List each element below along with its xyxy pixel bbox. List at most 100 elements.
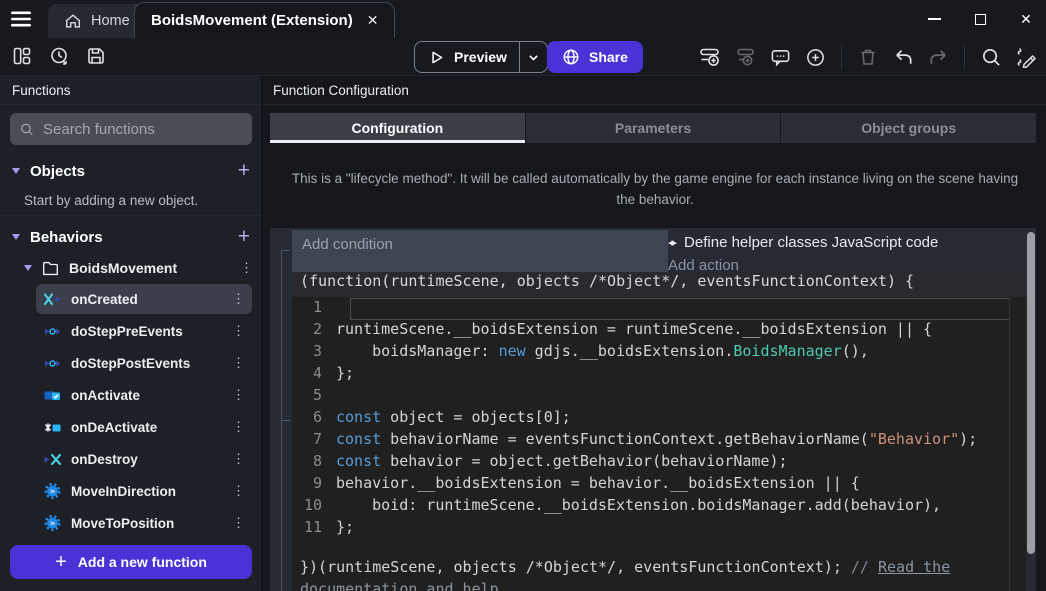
delete-button[interactable] bbox=[856, 45, 880, 69]
helper-classes-action[interactable]: ◂▸ Define helper classes JavaScript code bbox=[668, 230, 1026, 254]
js-code-editor[interactable]: (function(runtimeScene, objects /*Object… bbox=[292, 272, 1026, 591]
toolbar-separator bbox=[964, 45, 965, 69]
kebab-menu-icon[interactable]: ⋮ bbox=[240, 261, 252, 275]
add-behavior-button[interactable]: + bbox=[238, 227, 250, 247]
helper-classes-label: Define helper classes JavaScript code bbox=[684, 234, 938, 251]
sidebar-item-label: onCreated bbox=[71, 292, 222, 307]
kebab-menu-icon[interactable]: ⋮ bbox=[232, 452, 244, 466]
add-subevent-button[interactable] bbox=[733, 45, 757, 69]
kebab-menu-icon[interactable]: ⋮ bbox=[232, 292, 244, 306]
preview-main[interactable]: Preview bbox=[415, 49, 519, 66]
js-code-icon: ◂▸ bbox=[668, 236, 679, 249]
preview-button[interactable]: Preview bbox=[414, 41, 548, 73]
event-gutter-bracket[interactable] bbox=[281, 420, 290, 591]
redo-button[interactable] bbox=[926, 45, 950, 69]
tab-close-icon[interactable]: ✕ bbox=[367, 12, 379, 29]
line-content: const behaviorName = eventsFunctionConte… bbox=[336, 430, 977, 452]
tab-configuration[interactable]: Configuration bbox=[270, 113, 526, 143]
sidebar-title: Functions bbox=[0, 76, 261, 105]
sidebar-item-moveindirection[interactable]: » MoveInDirection ⋮ bbox=[36, 476, 252, 506]
code-line[interactable]: 10 boid: runtimeScene.__boidsExtension.b… bbox=[292, 496, 1026, 518]
undo-button[interactable] bbox=[891, 45, 915, 69]
sidebar-item-dosteppostevents[interactable]: doStepPostEvents ⋮ bbox=[36, 348, 252, 378]
add-event-button[interactable] bbox=[698, 45, 722, 69]
functions-sidebar: Functions Objects + Start by adding a ne… bbox=[0, 76, 262, 591]
close-button[interactable]: ✕ bbox=[1018, 11, 1034, 27]
kebab-menu-icon[interactable]: ⋮ bbox=[232, 324, 244, 338]
search-functions-box[interactable] bbox=[10, 113, 252, 145]
history-clock-icon bbox=[49, 46, 69, 66]
share-button[interactable]: Share bbox=[547, 41, 643, 73]
kebab-menu-icon[interactable]: ⋮ bbox=[232, 484, 244, 498]
save-icon bbox=[86, 46, 106, 66]
behaviors-section-header[interactable]: Behaviors + bbox=[0, 222, 262, 252]
lifecycle-description: This is a "lifecycle method". It will be… bbox=[281, 168, 1029, 210]
tab-extension[interactable]: BoidsMovement (Extension) ✕ bbox=[134, 2, 395, 38]
home-icon bbox=[64, 12, 82, 30]
search-icon bbox=[981, 47, 1002, 68]
open-panels-button[interactable] bbox=[10, 44, 34, 68]
app-window: Home BoidsMovement (Extension) ✕ ✕ bbox=[0, 0, 1046, 591]
behavior-folder-label: BoidsMovement bbox=[69, 260, 230, 276]
sidebar-item-movetoposition[interactable]: » MoveToPosition ⋮ bbox=[36, 508, 252, 538]
sidebar-item-oncreated[interactable]: onCreated ⋮ bbox=[36, 284, 252, 314]
preview-dropdown-button[interactable] bbox=[520, 51, 547, 64]
sidebar-item-label: onActivate bbox=[71, 388, 222, 403]
objects-section-header[interactable]: Objects + bbox=[0, 156, 262, 186]
line-number: 8 bbox=[292, 452, 336, 474]
window-controls: ✕ bbox=[926, 0, 1034, 38]
kebab-menu-icon[interactable]: ⋮ bbox=[232, 356, 244, 370]
sidebar-item-dosteppreevents[interactable]: doStepPreEvents ⋮ bbox=[36, 316, 252, 346]
tab-object-groups[interactable]: Object groups bbox=[781, 113, 1036, 143]
code-line[interactable]: 8const behavior = object.getBehavior(beh… bbox=[292, 452, 1026, 474]
tab-parameters[interactable]: Parameters bbox=[526, 113, 782, 143]
edit-extension-button[interactable] bbox=[1014, 45, 1038, 69]
add-comment-button[interactable] bbox=[768, 45, 792, 69]
add-condition-button[interactable]: Add condition bbox=[292, 230, 668, 272]
search-functions-input[interactable] bbox=[43, 121, 242, 138]
code-header-line: (function(runtimeScene, objects /*Object… bbox=[292, 272, 1026, 297]
code-line[interactable]: 3 boidsManager: new gdjs.__boidsExtensio… bbox=[292, 342, 1026, 364]
line-content: const behavior = object.getBehavior(beha… bbox=[336, 452, 788, 474]
minimize-button[interactable] bbox=[926, 11, 942, 27]
code-line[interactable]: 1 bbox=[292, 298, 1026, 320]
sidebar-item-onactivate[interactable]: onActivate ⋮ bbox=[36, 380, 252, 410]
sidebar-item-ondeactivate[interactable]: onDeActivate ⋮ bbox=[36, 412, 252, 442]
line-content: boidsManager: new gdjs.__boidsExtension.… bbox=[336, 342, 869, 364]
history-button[interactable] bbox=[47, 44, 71, 68]
close-icon: ✕ bbox=[1020, 11, 1032, 28]
vertical-scrollbar[interactable] bbox=[1027, 232, 1035, 554]
kebab-menu-icon[interactable]: ⋮ bbox=[232, 388, 244, 402]
events-sheet: Add condition ◂▸ Define helper classes J… bbox=[270, 228, 1036, 591]
code-line[interactable]: 2runtimeScene.__boidsExtension = runtime… bbox=[292, 320, 1026, 342]
line-content: behavior.__boidsExtension = behavior.__b… bbox=[336, 474, 860, 496]
kebab-menu-icon[interactable]: ⋮ bbox=[232, 516, 244, 530]
code-line[interactable]: 6const object = objects[0]; bbox=[292, 408, 1026, 430]
add-object-button[interactable]: + bbox=[238, 161, 250, 181]
panels-icon bbox=[12, 46, 32, 66]
code-line[interactable]: 9behavior.__boidsExtension = behavior.__… bbox=[292, 474, 1026, 496]
sidebar-item-ondestroy[interactable]: onDestroy ⋮ bbox=[36, 444, 252, 474]
kebab-menu-icon[interactable]: ⋮ bbox=[232, 420, 244, 434]
maximize-button[interactable] bbox=[972, 11, 988, 27]
search-events-button[interactable] bbox=[979, 45, 1003, 69]
chevron-down-icon bbox=[12, 168, 20, 174]
chevron-down-icon bbox=[527, 51, 540, 64]
main-menu-button[interactable] bbox=[8, 7, 34, 31]
toolbar-separator bbox=[841, 45, 842, 69]
code-line[interactable]: 7const behaviorName = eventsFunctionCont… bbox=[292, 430, 1026, 452]
code-line[interactable]: 11}; bbox=[292, 518, 1026, 540]
activate-icon bbox=[44, 388, 61, 403]
tab-home[interactable]: Home bbox=[48, 4, 146, 38]
post-events-icon bbox=[44, 356, 61, 371]
hamburger-icon bbox=[10, 10, 32, 28]
code-line[interactable]: 4}; bbox=[292, 364, 1026, 386]
behavior-folder-row[interactable]: BoidsMovement ⋮ bbox=[24, 254, 252, 282]
tab-home-label: Home bbox=[91, 13, 130, 29]
save-button[interactable] bbox=[84, 44, 108, 68]
add-element-button[interactable] bbox=[803, 45, 827, 69]
code-line[interactable]: 5 bbox=[292, 386, 1026, 408]
add-new-function-button[interactable]: + Add a new function bbox=[10, 545, 252, 579]
event-gutter-bracket[interactable] bbox=[281, 250, 290, 420]
add-event-icon bbox=[699, 46, 721, 68]
